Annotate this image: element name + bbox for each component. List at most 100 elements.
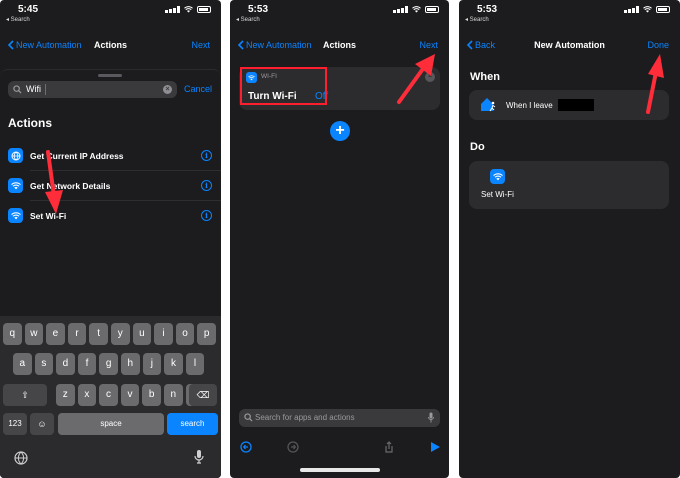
next-button[interactable]: Next	[191, 40, 210, 50]
shift-key[interactable]: ⇧	[3, 384, 47, 406]
clear-icon[interactable]: ×	[163, 85, 172, 94]
battery-icon	[425, 6, 439, 13]
search-key[interactable]: search	[167, 413, 218, 435]
do-heading: Do	[470, 141, 485, 153]
status-time: 5:45	[18, 4, 39, 15]
signal-icon	[165, 6, 180, 13]
globe-icon	[8, 148, 23, 163]
screen-actions-search: 5:45 ◂ Search New Automation Actions Nex…	[0, 0, 221, 478]
page-title: Actions	[322, 40, 356, 50]
done-button[interactable]: Done	[647, 40, 669, 50]
info-icon[interactable]: i	[201, 180, 212, 191]
status-icons	[165, 6, 211, 13]
signal-icon	[393, 6, 408, 13]
page-title: Actions	[93, 40, 127, 50]
wifi-icon	[8, 208, 23, 223]
sheet-grabber[interactable]	[98, 74, 122, 77]
key-j[interactable]: j	[142, 353, 162, 375]
keyboard: qwertyuiopasdfghjklzxcvbnm ⇧ ⌫ 123 ☺ spa…	[0, 316, 221, 478]
status-icons	[393, 6, 439, 13]
wifi-icon	[490, 169, 505, 184]
share-icon[interactable]	[383, 441, 395, 453]
key-k[interactable]: k	[164, 353, 183, 375]
text-caret	[45, 84, 46, 95]
microphone-icon[interactable]	[428, 412, 434, 423]
annotation-arrow-icon	[45, 150, 63, 214]
list-item[interactable]: Set Wi-Fi i	[0, 201, 221, 231]
key-x[interactable]: x	[77, 384, 97, 406]
key-z[interactable]: z	[56, 384, 75, 406]
info-icon[interactable]: i	[201, 150, 212, 161]
list-item[interactable]: Get Network Details i	[0, 171, 221, 201]
back-to-app-link[interactable]: ◂ Search	[6, 16, 30, 23]
when-heading: When	[470, 71, 500, 83]
key-f[interactable]: f	[77, 353, 97, 375]
numbers-key[interactable]: 123	[3, 413, 27, 435]
key-t[interactable]: t	[89, 323, 108, 345]
undo-icon[interactable]	[240, 441, 252, 453]
wifi-status-icon	[412, 6, 421, 13]
list-item[interactable]: Get Current IP Address i	[0, 141, 221, 171]
search-actions-input[interactable]: Search for apps and actions	[239, 409, 440, 427]
key-b[interactable]: b	[142, 384, 161, 406]
search-placeholder: Search for apps and actions	[255, 413, 355, 422]
key-n[interactable]: n	[164, 384, 183, 406]
search-input[interactable]: Wifi ×	[8, 81, 177, 98]
annotation-arrow-icon	[646, 54, 664, 114]
back-to-app-link[interactable]: ◂ Search	[236, 16, 260, 23]
section-title: Actions	[8, 116, 53, 130]
emoji-key[interactable]: ☺	[30, 413, 54, 435]
do-action-label: Set Wi-Fi	[481, 190, 514, 199]
key-l[interactable]: l	[185, 353, 205, 375]
cancel-button[interactable]: Cancel	[184, 84, 212, 94]
next-button[interactable]: Next	[419, 40, 438, 50]
key-o[interactable]: o	[175, 323, 195, 345]
globe-key-icon[interactable]	[14, 451, 28, 465]
add-action-button[interactable]: +	[330, 121, 350, 141]
key-a[interactable]: a	[13, 353, 32, 375]
key-g[interactable]: g	[99, 353, 118, 375]
status-bar: 5:45 ◂ Search	[0, 0, 221, 26]
key-d[interactable]: d	[56, 353, 75, 375]
screen-new-automation: 5:53 ◂ Search Back New Automation Done W…	[459, 0, 680, 478]
key-r[interactable]: r	[67, 323, 87, 345]
redacted-location	[558, 99, 594, 111]
key-q[interactable]: q	[3, 323, 22, 345]
nav-bar: New Automation Actions Next	[0, 33, 221, 59]
key-h[interactable]: h	[121, 353, 140, 375]
info-icon[interactable]: i	[201, 210, 212, 221]
key-i[interactable]: i	[154, 323, 173, 345]
key-s[interactable]: s	[34, 353, 54, 375]
key-u[interactable]: u	[132, 323, 152, 345]
search-icon	[13, 85, 22, 94]
key-c[interactable]: c	[99, 384, 118, 406]
status-time: 5:53	[477, 4, 498, 15]
do-action-card[interactable]: Set Wi-Fi	[469, 161, 669, 209]
wifi-status-icon	[643, 6, 652, 13]
key-w[interactable]: w	[24, 323, 44, 345]
key-v[interactable]: v	[120, 384, 140, 406]
status-bar: 5:53 ◂ Search	[459, 0, 680, 26]
delete-key[interactable]: ⌫	[189, 384, 217, 406]
key-p[interactable]: p	[197, 323, 216, 345]
back-to-app-link[interactable]: ◂ Search	[465, 16, 489, 23]
trigger-text: When I leave	[506, 101, 553, 110]
play-icon[interactable]	[429, 441, 441, 453]
status-bar: 5:53 ◂ Search	[230, 0, 449, 26]
annotation-arrow-icon	[397, 54, 435, 104]
key-e[interactable]: e	[46, 323, 65, 345]
status-time: 5:53	[248, 4, 269, 15]
space-key[interactable]: space	[58, 413, 164, 435]
wifi-icon	[8, 178, 23, 193]
microphone-icon[interactable]	[194, 449, 204, 465]
search-icon	[244, 413, 253, 422]
wifi-status-icon	[184, 6, 193, 13]
search-value: Wifi	[26, 84, 41, 94]
screen-actions-editor: 5:53 ◂ Search New Automation Actions Nex…	[230, 0, 449, 478]
highlight-box	[240, 67, 327, 105]
leave-home-icon	[481, 98, 496, 112]
redo-icon[interactable]	[287, 441, 299, 453]
key-y[interactable]: y	[111, 323, 130, 345]
home-indicator[interactable]	[299, 468, 380, 472]
battery-icon	[656, 6, 670, 13]
